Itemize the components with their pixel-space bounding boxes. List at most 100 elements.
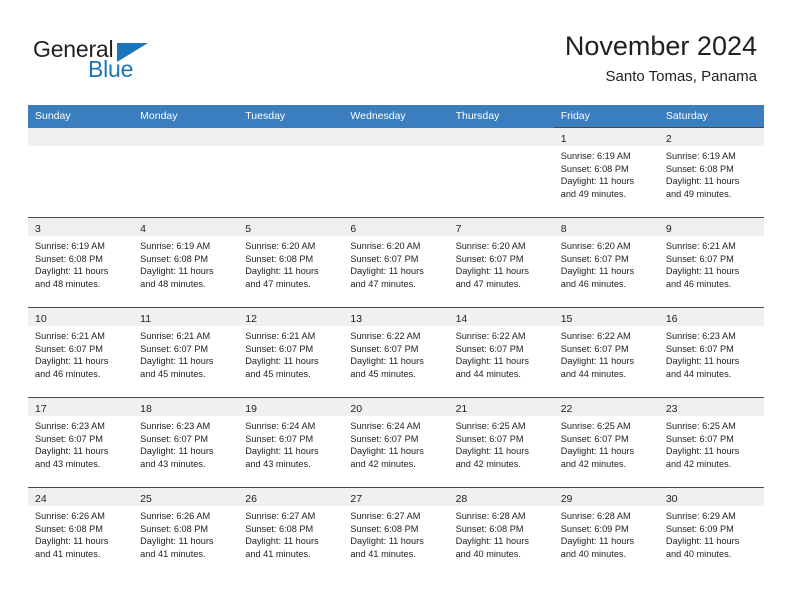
day-number: 8 bbox=[560, 223, 567, 235]
day-detail-line: Sunset: 6:08 PM bbox=[140, 523, 209, 534]
calendar-day-cell[interactable]: 1 Sunrise: 6:19 AM Sunset: 6:08 PM Daylight… bbox=[553, 127, 659, 218]
day-number-band: 6 bbox=[343, 218, 449, 236]
calendar-day-cell[interactable]: 12 Sunrise: 6:21 AM Sunset: 6:07 PM Dayligh… bbox=[238, 307, 344, 398]
day-cell-inner: 16 Sunrise: 6:23 AM Sunset: 6:07 PM Dayligh… bbox=[658, 308, 764, 397]
day-number: 9 bbox=[665, 223, 672, 235]
day-cell-inner: 30 Sunrise: 6:29 AM Sunset: 6:09 PM Dayligh… bbox=[658, 488, 764, 577]
day-detail-line: Sunrise: 6:19 AM bbox=[560, 151, 631, 161]
calendar-day-cell[interactable]: 14 Sunrise: 6:22 AM Sunset: 6:07 PM Dayligh… bbox=[448, 307, 554, 398]
day-details: Sunrise: 6:26 AM Sunset: 6:08 PM Daylight:… bbox=[28, 506, 133, 560]
day-details: Sunrise: 6:25 AM Sunset: 6:07 PM Daylight:… bbox=[554, 416, 659, 470]
calendar-day-cell[interactable]: 13 Sunrise: 6:22 AM Sunset: 6:07 PM Dayligh… bbox=[343, 307, 449, 398]
calendar-day-cell[interactable]: 20 Sunrise: 6:24 AM Sunset: 6:07 PM Dayligh… bbox=[343, 397, 449, 488]
calendar-day-cell[interactable]: 16 Sunrise: 6:23 AM Sunset: 6:07 PM Dayligh… bbox=[658, 307, 764, 398]
day-detail-line: Sunrise: 6:23 AM bbox=[140, 421, 211, 431]
day-detail-line: Sunset: 6:07 PM bbox=[245, 433, 314, 444]
day-number: 4 bbox=[140, 223, 146, 235]
day-details: Sunrise: 6:22 AM Sunset: 6:07 PM Daylight:… bbox=[554, 326, 659, 380]
day-detail-line: Sunrise: 6:24 AM bbox=[350, 421, 421, 431]
day-number: 28 bbox=[455, 493, 468, 505]
calendar-day-cell[interactable]: 5 Sunrise: 6:20 AM Sunset: 6:08 PM Daylight… bbox=[238, 217, 344, 308]
calendar-day-cell[interactable]: 29 Sunrise: 6:28 AM Sunset: 6:09 PM Dayligh… bbox=[553, 487, 659, 577]
calendar-day-cell[interactable]: 15 Sunrise: 6:22 AM Sunset: 6:07 PM Dayligh… bbox=[553, 307, 659, 398]
day-detail-line: Sunrise: 6:26 AM bbox=[140, 511, 211, 521]
day-number-band: 30 bbox=[658, 488, 764, 506]
day-number: 16 bbox=[665, 313, 678, 325]
calendar-day-cell[interactable]: 7 Sunrise: 6:20 AM Sunset: 6:07 PM Daylight… bbox=[448, 217, 554, 308]
calendar-day-cell[interactable]: 28 Sunrise: 6:28 AM Sunset: 6:08 PM Dayligh… bbox=[448, 487, 554, 577]
day-detail-line: Daylight: 11 hours bbox=[245, 356, 319, 367]
weekday-header-wednesday: Wednesday bbox=[343, 105, 449, 128]
day-detail-line: Daylight: 11 hours bbox=[140, 446, 214, 457]
day-detail-line: Daylight: 11 hours bbox=[350, 446, 424, 457]
day-number-band: 21 bbox=[448, 398, 554, 416]
day-details: Sunrise: 6:21 AM Sunset: 6:07 PM Daylight:… bbox=[28, 326, 133, 380]
day-details: Sunrise: 6:24 AM Sunset: 6:07 PM Daylight:… bbox=[238, 416, 343, 470]
day-detail-line: and 43 minutes. bbox=[245, 458, 311, 469]
day-detail-line: Sunrise: 6:22 AM bbox=[560, 331, 631, 341]
day-number-band: 26 bbox=[238, 488, 344, 506]
day-detail-line: and 42 minutes. bbox=[350, 458, 416, 469]
day-detail-line: Sunset: 6:07 PM bbox=[560, 253, 629, 264]
calendar-day-cell[interactable]: 8 Sunrise: 6:20 AM Sunset: 6:07 PM Daylight… bbox=[553, 217, 659, 308]
calendar-day-cell[interactable]: 22 Sunrise: 6:25 AM Sunset: 6:07 PM Dayligh… bbox=[553, 397, 659, 488]
general-blue-logo[interactable]: General Blue bbox=[33, 36, 183, 86]
day-detail-line: Daylight: 11 hours bbox=[560, 356, 635, 367]
calendar-day-cell[interactable]: 24 Sunrise: 6:26 AM Sunset: 6:08 PM Dayligh… bbox=[28, 487, 134, 577]
day-detail-line: Sunrise: 6:19 AM bbox=[140, 241, 211, 251]
day-cell-inner: 8 Sunrise: 6:20 AM Sunset: 6:07 PM Daylight… bbox=[553, 218, 659, 307]
calendar-day-cell[interactable]: 26 Sunrise: 6:27 AM Sunset: 6:08 PM Dayligh… bbox=[238, 487, 344, 577]
day-cell-inner: 22 Sunrise: 6:25 AM Sunset: 6:07 PM Dayligh… bbox=[553, 398, 659, 487]
calendar-body: 1 Sunrise: 6:19 AM Sunset: 6:08 PM Daylight… bbox=[28, 127, 764, 577]
day-cell-inner: 6 Sunrise: 6:20 AM Sunset: 6:07 PM Daylight… bbox=[343, 218, 449, 307]
day-detail-line: and 47 minutes. bbox=[350, 278, 416, 289]
day-cell-inner: 1 Sunrise: 6:19 AM Sunset: 6:08 PM Daylight… bbox=[553, 128, 659, 217]
calendar-day-cell[interactable]: 19 Sunrise: 6:24 AM Sunset: 6:07 PM Dayligh… bbox=[238, 397, 344, 488]
day-detail-line: Daylight: 11 hours bbox=[455, 536, 529, 547]
day-cell-inner: 26 Sunrise: 6:27 AM Sunset: 6:08 PM Dayligh… bbox=[238, 488, 344, 577]
day-detail-line: Daylight: 11 hours bbox=[140, 536, 214, 547]
calendar-day-cell[interactable]: 23 Sunrise: 6:25 AM Sunset: 6:07 PM Dayligh… bbox=[658, 397, 764, 488]
day-details bbox=[238, 146, 343, 150]
day-detail-line: Daylight: 11 hours bbox=[455, 356, 529, 367]
day-number: 7 bbox=[455, 223, 462, 235]
day-detail-line: Sunset: 6:08 PM bbox=[140, 253, 209, 264]
calendar-day-cell[interactable]: 11 Sunrise: 6:21 AM Sunset: 6:07 PM Dayligh… bbox=[133, 307, 239, 398]
day-detail-line: Sunrise: 6:25 AM bbox=[455, 421, 526, 431]
day-detail-line: and 45 minutes. bbox=[245, 368, 311, 379]
day-detail-line: Sunset: 6:08 PM bbox=[665, 163, 734, 174]
calendar-day-cell[interactable]: 27 Sunrise: 6:27 AM Sunset: 6:08 PM Dayligh… bbox=[343, 487, 449, 577]
weekday-header-sunday: Sunday bbox=[28, 105, 134, 128]
calendar-day-cell[interactable]: 25 Sunrise: 6:26 AM Sunset: 6:08 PM Dayligh… bbox=[133, 487, 239, 577]
day-cell-inner: 10 Sunrise: 6:21 AM Sunset: 6:07 PM Dayligh… bbox=[28, 308, 134, 397]
calendar-day-cell[interactable]: 4 Sunrise: 6:19 AM Sunset: 6:08 PM Daylight… bbox=[133, 217, 239, 308]
day-details: Sunrise: 6:27 AM Sunset: 6:08 PM Daylight:… bbox=[238, 506, 343, 560]
calendar-day-cell[interactable]: 17 Sunrise: 6:23 AM Sunset: 6:07 PM Dayligh… bbox=[28, 397, 134, 488]
calendar-day-cell[interactable]: 9 Sunrise: 6:21 AM Sunset: 6:07 PM Daylight… bbox=[658, 217, 764, 308]
day-detail-line: and 47 minutes. bbox=[245, 278, 311, 289]
calendar-day-cell[interactable]: 18 Sunrise: 6:23 AM Sunset: 6:07 PM Dayligh… bbox=[133, 397, 239, 488]
calendar-day-cell[interactable]: 6 Sunrise: 6:20 AM Sunset: 6:07 PM Daylight… bbox=[343, 217, 449, 308]
calendar-day-cell[interactable]: 3 Sunrise: 6:19 AM Sunset: 6:08 PM Daylight… bbox=[28, 217, 134, 308]
day-details: Sunrise: 6:29 AM Sunset: 6:09 PM Daylight:… bbox=[659, 506, 764, 560]
weekday-header-monday: Monday bbox=[133, 105, 239, 128]
day-detail-line: Daylight: 11 hours bbox=[665, 536, 740, 547]
day-detail-line: Sunset: 6:07 PM bbox=[455, 343, 524, 354]
day-detail-line: and 49 minutes. bbox=[560, 188, 627, 199]
day-details: Sunrise: 6:21 AM Sunset: 6:07 PM Daylight:… bbox=[659, 236, 764, 290]
day-number-band: 18 bbox=[133, 398, 239, 416]
day-details: Sunrise: 6:20 AM Sunset: 6:08 PM Daylight:… bbox=[238, 236, 343, 290]
day-detail-line: Sunset: 6:08 PM bbox=[35, 523, 103, 534]
day-number: 1 bbox=[560, 133, 567, 145]
day-number: 3 bbox=[35, 223, 41, 235]
day-detail-line: and 41 minutes. bbox=[140, 548, 206, 559]
calendar-day-cell[interactable]: 2 Sunrise: 6:19 AM Sunset: 6:08 PM Daylight… bbox=[658, 127, 764, 218]
day-details: Sunrise: 6:28 AM Sunset: 6:08 PM Daylight:… bbox=[449, 506, 554, 560]
day-details bbox=[28, 146, 133, 150]
calendar-day-cell[interactable]: 21 Sunrise: 6:25 AM Sunset: 6:07 PM Dayligh… bbox=[448, 397, 554, 488]
calendar-day-cell[interactable]: 10 Sunrise: 6:21 AM Sunset: 6:07 PM Dayligh… bbox=[28, 307, 134, 398]
calendar-day-cell[interactable]: 30 Sunrise: 6:29 AM Sunset: 6:09 PM Dayligh… bbox=[658, 487, 764, 577]
day-number: 20 bbox=[350, 403, 363, 415]
day-number-band: 29 bbox=[553, 488, 659, 506]
day-number: 17 bbox=[35, 403, 47, 415]
